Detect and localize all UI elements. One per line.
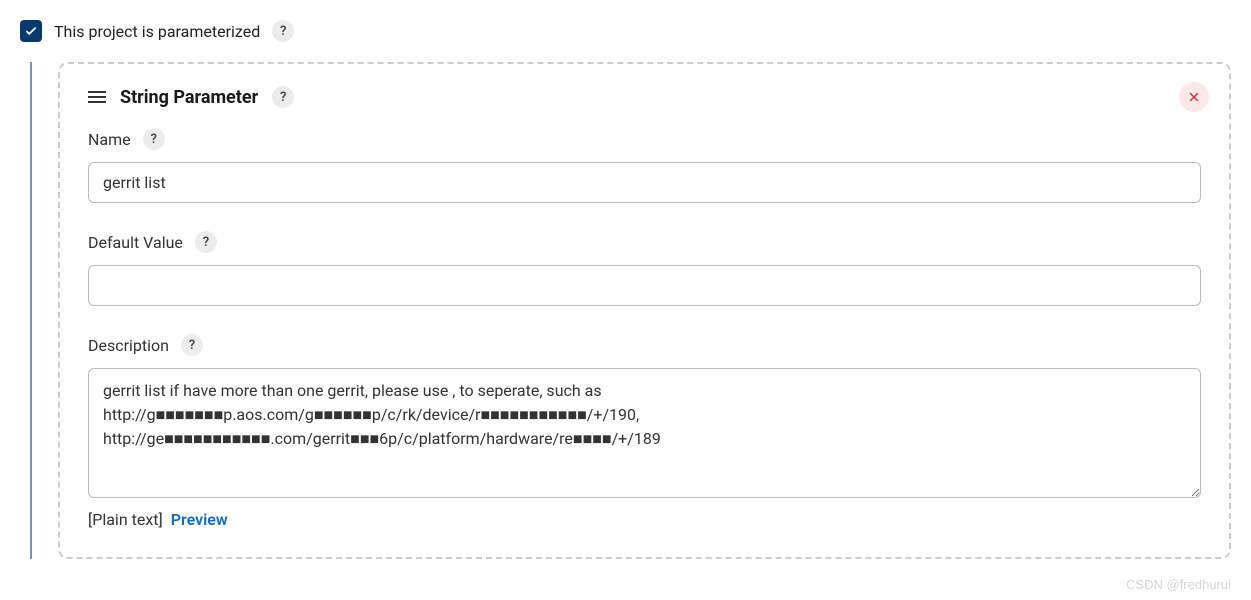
- default-value-input[interactable]: [88, 265, 1201, 306]
- string-parameter-panel: String Parameter ? Name ? Default Value …: [58, 62, 1231, 559]
- help-icon-parameterized[interactable]: ?: [272, 20, 294, 42]
- name-label: Name: [88, 130, 131, 149]
- help-icon-description[interactable]: ?: [181, 334, 203, 356]
- check-icon: [24, 24, 38, 38]
- help-icon-default-value[interactable]: ?: [195, 231, 217, 253]
- close-icon: [1187, 90, 1201, 104]
- description-textarea[interactable]: [88, 368, 1201, 498]
- drag-handle-icon[interactable]: [88, 91, 106, 103]
- parameterized-label: This project is parameterized: [54, 22, 260, 41]
- help-icon-parameter-type[interactable]: ?: [272, 86, 294, 108]
- watermark: CSDN @fredhurui: [1126, 577, 1231, 592]
- remove-parameter-button[interactable]: [1179, 82, 1209, 112]
- format-indicator: [Plain text]: [88, 510, 163, 529]
- preview-link[interactable]: Preview: [171, 510, 228, 529]
- name-input[interactable]: [88, 162, 1201, 203]
- help-icon-name[interactable]: ?: [143, 128, 165, 150]
- parameterized-checkbox[interactable]: [20, 20, 42, 42]
- description-label: Description: [88, 336, 169, 355]
- parameter-title: String Parameter: [120, 87, 258, 108]
- default-value-label: Default Value: [88, 233, 183, 252]
